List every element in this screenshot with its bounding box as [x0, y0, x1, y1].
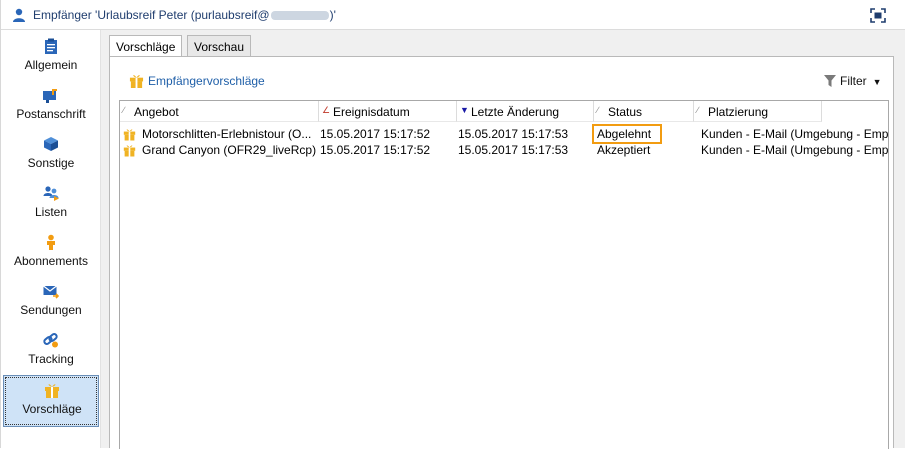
sort-indicator-icon: ∕ — [123, 105, 125, 115]
gift-icon — [45, 384, 59, 398]
sidebar-item-label: Tracking — [28, 352, 74, 366]
sidebar-item-vorschlaege[interactable]: Vorschläge — [3, 375, 99, 427]
status-highlight-box — [592, 124, 662, 144]
column-label: Ereignisdatum — [333, 105, 410, 119]
filter-label: Filter — [840, 74, 867, 88]
sort-indicator-icon: ∕ — [597, 105, 599, 115]
column-label: Angebot — [134, 105, 179, 119]
cell-ereignisdatum: 15.05.2017 15:17:52 — [320, 127, 431, 141]
tab-vorschau[interactable]: Vorschau — [187, 35, 252, 57]
gift-icon — [129, 75, 144, 88]
people-list-icon — [43, 186, 59, 201]
sidebar-item-sendungen[interactable]: Sendungen — [3, 277, 99, 327]
tab-panel: Empfängervorschläge Filter ▼ ∕ Angebot ∠ Er… — [109, 56, 894, 449]
sidebar-item-label: Sendungen — [20, 303, 82, 317]
column-label: Platzierung — [708, 105, 769, 119]
offer-name: Grand Canyon (OFR29_liveRcp) — [142, 143, 317, 157]
toolbar-title: Empfängervorschläge — [148, 74, 265, 88]
subscriber-icon — [47, 234, 55, 250]
column-header-angebot[interactable]: ∕ Angebot — [120, 101, 319, 122]
sidebar: Allgemein Postanschrift Sonstige Listen … — [1, 30, 101, 448]
column-label: Letzte Änderung — [471, 105, 560, 119]
sidebar-item-listen[interactable]: Listen — [3, 179, 99, 229]
gift-icon — [123, 145, 136, 157]
cell-letzte-aenderung: 15.05.2017 15:17:53 — [458, 143, 569, 157]
sidebar-item-abonnements[interactable]: Abonnements — [3, 228, 99, 278]
chevron-down-icon: ▼ — [872, 77, 882, 87]
empfaengervorschlaege-link[interactable]: Empfängervorschläge — [129, 74, 265, 88]
maximize-icon[interactable] — [870, 8, 886, 23]
gift-icon — [123, 129, 136, 141]
sidebar-item-label: Allgemein — [24, 58, 78, 72]
tab-vorschlaege[interactable]: Vorschläge — [109, 35, 183, 58]
sidebar-item-label: Listen — [34, 205, 68, 219]
mailbox-icon — [43, 89, 57, 103]
offers-table: ∕ Angebot ∠ Ereignisdatum ▼ Letzte Änderung… — [119, 100, 889, 449]
cell-letzte-aenderung: 15.05.2017 15:17:53 — [458, 127, 569, 141]
cell-ereignisdatum: 15.05.2017 15:17:52 — [320, 143, 431, 157]
sidebar-item-tracking[interactable]: Tracking — [3, 326, 99, 376]
column-label: Status — [608, 105, 643, 119]
clipboard-icon — [45, 38, 57, 54]
funnel-icon — [824, 75, 836, 87]
filter-button[interactable]: Filter ▼ — [824, 74, 882, 88]
column-header-letzte-aenderung[interactable]: ▼ Letzte Änderung — [457, 101, 594, 122]
person-icon — [13, 8, 25, 22]
recipient-window: Empfänger 'Urlaubsreif Peter (purlaubsre… — [0, 0, 905, 449]
window-title-prefix: Empfänger 'Urlaubsreif Peter (purlaubsre… — [33, 8, 270, 22]
sidebar-item-postanschrift[interactable]: Postanschrift — [3, 81, 99, 131]
cell-platzierung: Kunden - E-Mail (Umgebung - Empf — [701, 143, 889, 157]
tracking-link-icon — [43, 333, 58, 348]
redacted-email-domain — [270, 11, 329, 21]
offer-name: Motorschlitten-Erlebnistour (O... — [142, 127, 312, 141]
sidebar-item-label: Vorschläge — [22, 402, 82, 416]
sidebar-item-allgemein[interactable]: Allgemein — [3, 32, 99, 82]
sidebar-item-label: Sonstige — [27, 156, 75, 170]
sidebar-item-label: Abonnements — [13, 254, 89, 268]
cube-icon — [44, 137, 58, 151]
cell-angebot: Grand Canyon (OFR29_liveRcp) — [123, 143, 319, 157]
table-row[interactable]: Motorschlitten-Erlebnistour (O... 15.05.… — [120, 126, 889, 142]
sidebar-item-sonstige[interactable]: Sonstige — [3, 130, 99, 180]
window-title: Empfänger 'Urlaubsreif Peter (purlaubsre… — [33, 8, 336, 22]
envelope-send-icon — [43, 285, 59, 299]
window-titlebar: Empfänger 'Urlaubsreif Peter (purlaubsre… — [1, 0, 905, 30]
window-title-suffix: )' — [329, 8, 336, 22]
column-header-status[interactable]: ∕ Status — [594, 101, 694, 122]
column-header-ereignisdatum[interactable]: ∠ Ereignisdatum — [319, 101, 457, 122]
sidebar-item-label: Postanschrift — [16, 107, 86, 121]
table-row[interactable]: Grand Canyon (OFR29_liveRcp) 15.05.2017 … — [120, 142, 889, 158]
sort-indicator-icon: ∠ — [322, 105, 331, 115]
cell-status: Akzeptiert — [597, 143, 651, 157]
cell-angebot: Motorschlitten-Erlebnistour (O... — [123, 127, 319, 141]
sort-descending-icon: ▼ — [460, 105, 469, 115]
sort-indicator-icon: ∕ — [697, 105, 699, 115]
cell-platzierung: Kunden - E-Mail (Umgebung - Empf — [701, 127, 889, 141]
column-header-platzierung[interactable]: ∕ Platzierung — [694, 101, 822, 122]
